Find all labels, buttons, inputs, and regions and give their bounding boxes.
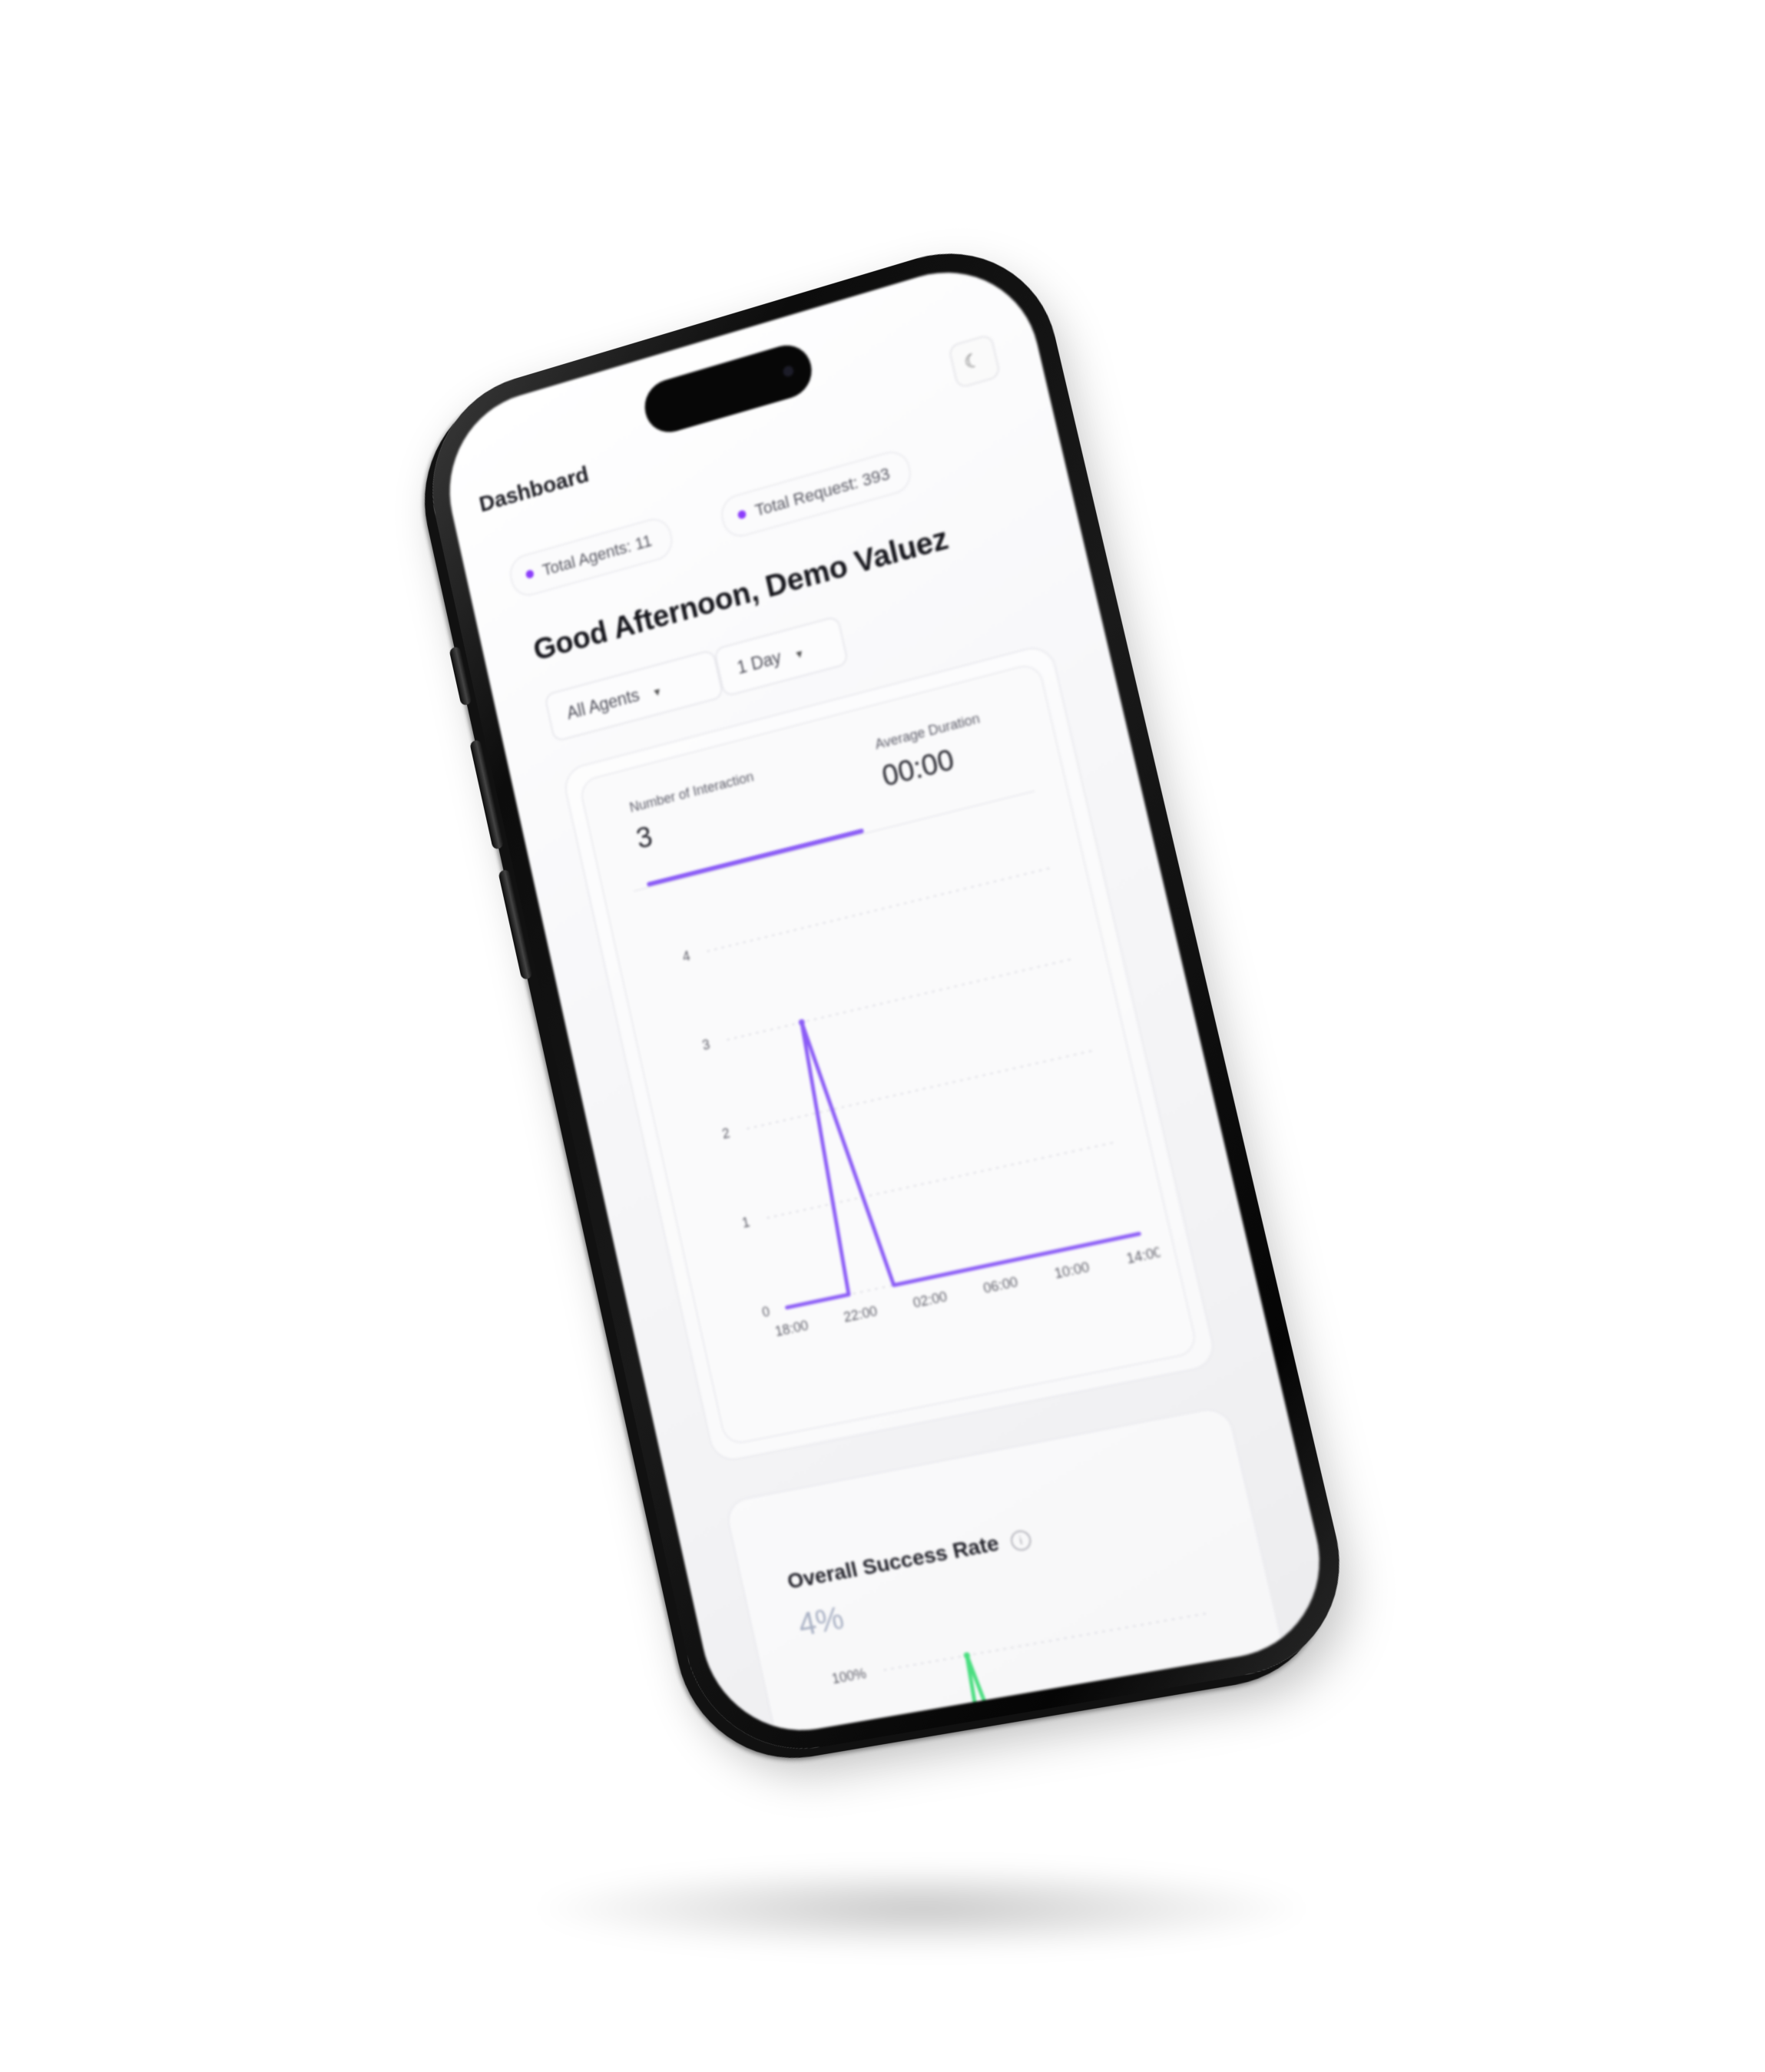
total-agents-label: Total Agents: 11 — [540, 531, 654, 580]
moon-icon: ☾ — [962, 349, 983, 374]
camera-lens — [782, 364, 795, 378]
success-rate-chart: 0%50%100% — [830, 1579, 1285, 1745]
metrics-card-inner: Number of Interaction 3 Average Duration… — [578, 661, 1200, 1447]
x-tick-label: 02:00 — [912, 1289, 949, 1311]
status-dot — [737, 509, 747, 520]
y-tick-label: 3 — [700, 1036, 711, 1053]
phone-shadow — [538, 1866, 1306, 1951]
status-dot — [525, 569, 535, 580]
total-requests-label: Total Request: 393 — [753, 463, 892, 521]
series-line — [727, 958, 1139, 1308]
stage: Dashboard ☾ Total Agents: 11 Total Reque… — [0, 0, 1765, 2072]
success-rate-card: Overall Success Ratei 4% 0%50%100% — [723, 1405, 1339, 1745]
x-tick-label: 10:00 — [1053, 1259, 1091, 1282]
x-tick-label: 18:00 — [773, 1317, 810, 1339]
theme-toggle-button[interactable]: ☾ — [947, 333, 1002, 389]
grid-line — [727, 958, 1075, 1040]
metrics-card: Number of Interaction 3 Average Duration… — [560, 642, 1219, 1465]
success-rate-title: Overall Success Rate i — [785, 1525, 1033, 1594]
y-tick-label: 2 — [720, 1125, 731, 1142]
x-tick-label: 22:00 — [842, 1303, 879, 1326]
chevron-down-icon: ▼ — [793, 647, 806, 661]
info-icon[interactable]: i — [1008, 1528, 1033, 1552]
success-rate-title-text: Overall Success Rate — [785, 1531, 1002, 1594]
y-tick-label: 1 — [740, 1214, 751, 1231]
y-tick-label: 0 — [760, 1303, 771, 1320]
x-tick-label: 06:00 — [982, 1274, 1019, 1296]
phone-mockup: Dashboard ☾ Total Agents: 11 Total Reque… — [412, 224, 1364, 1766]
grid-line — [707, 867, 1055, 952]
time-range-select[interactable]: 1 Day ▼ — [713, 615, 849, 698]
time-range-value: 1 Day — [735, 647, 783, 678]
agent-select-value: All Agents — [565, 684, 641, 723]
grid-line — [767, 1142, 1118, 1218]
y-tick-label: 4 — [681, 948, 692, 965]
grid-line — [909, 1726, 1237, 1745]
grid-line — [883, 1613, 1210, 1670]
success-rate-value: 4% — [794, 1599, 847, 1643]
agent-select[interactable]: All Agents ▼ — [543, 649, 724, 743]
chevron-down-icon: ▼ — [651, 684, 664, 700]
interactions-chart: 0 1 2 3 4 18:00 22:00 02:00 06:00 10:00 14:00 — [681, 833, 1164, 1339]
total-requests-badge: Total Request: 393 — [717, 446, 916, 541]
tab-average-duration[interactable]: Average Duration 00:00 — [873, 679, 1120, 825]
tab-number-of-interaction[interactable]: Number of Interaction 3 — [628, 745, 865, 887]
y-tick-label: 100% — [830, 1665, 868, 1686]
grid-line — [747, 1050, 1096, 1129]
total-agents-badge: Total Agents: 11 — [506, 514, 677, 601]
page-title: Dashboard — [477, 462, 591, 518]
x-tick-label: 14:00 — [1125, 1244, 1164, 1267]
